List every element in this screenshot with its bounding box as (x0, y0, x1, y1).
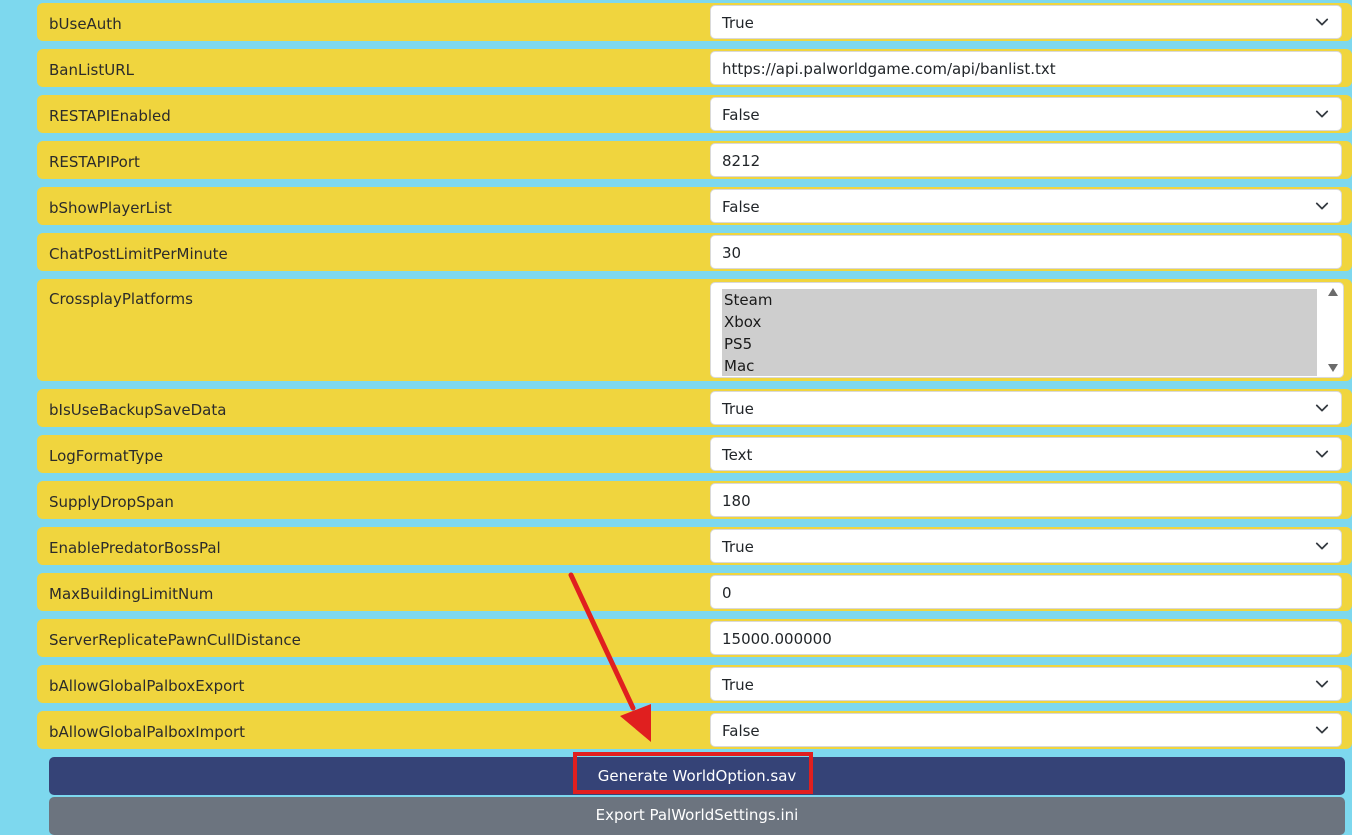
ballowglobalpalboxexport-select[interactable]: True (710, 667, 1342, 701)
setting-label: RESTAPIPort (49, 153, 140, 171)
scroll-down-arrow-icon[interactable] (1328, 364, 1338, 372)
setting-label: bUseAuth (49, 15, 122, 33)
chevron-down-icon (1315, 450, 1329, 458)
ballowglobalpalboximport-select[interactable]: False (710, 713, 1342, 747)
select-value: True (722, 538, 754, 556)
input-value: 30 (722, 244, 742, 262)
buseauth-select[interactable]: True (710, 5, 1342, 39)
setting-row-banlisturl: BanListURL https://api.palworldgame.com/… (37, 49, 1352, 87)
option-ps5[interactable]: PS5 (722, 333, 1317, 355)
generate-worldoption-button[interactable]: Generate WorldOption.sav (49, 757, 1345, 795)
select-value: True (722, 14, 754, 32)
setting-label: ChatPostLimitPerMinute (49, 245, 228, 263)
setting-label: ServerReplicatePawnCullDistance (49, 631, 301, 649)
maxbuildinglimitnum-input[interactable]: 0 (710, 575, 1342, 609)
setting-label: EnablePredatorBossPal (49, 539, 221, 557)
setting-label: SupplyDropSpan (49, 493, 174, 511)
setting-label: bAllowGlobalPalboxExport (49, 677, 245, 695)
setting-row-bisusebackupsavedata: bIsUseBackupSaveData True (37, 389, 1352, 427)
option-steam[interactable]: Steam (722, 289, 1317, 311)
setting-label: MaxBuildingLimitNum (49, 585, 214, 603)
bisusebackupsavedata-select[interactable]: True (710, 391, 1342, 425)
select-value: Text (722, 446, 753, 464)
setting-row-ballowglobalpalboxexport: bAllowGlobalPalboxExport True (37, 665, 1352, 703)
setting-row-restapiport: RESTAPIPort 8212 (37, 141, 1352, 179)
setting-row-bshowplayerlist: bShowPlayerList False (37, 187, 1352, 225)
setting-label: CrossplayPlatforms (49, 290, 193, 308)
select-value: False (722, 106, 760, 124)
option-mac[interactable]: Mac (722, 355, 1317, 377)
setting-label: bIsUseBackupSaveData (49, 401, 227, 419)
setting-row-restapienabled: RESTAPIEnabled False (37, 95, 1352, 133)
setting-row-crossplayplatforms: CrossplayPlatforms Steam Xbox PS5 Mac (37, 279, 1352, 381)
input-value: 180 (722, 492, 751, 510)
multiselect-options: Steam Xbox PS5 Mac (722, 289, 1317, 376)
chevron-down-icon (1315, 18, 1329, 26)
chevron-down-icon (1315, 110, 1329, 118)
banlisturl-input[interactable]: https://api.palworldgame.com/api/banlist… (710, 51, 1342, 85)
setting-label: LogFormatType (49, 447, 164, 465)
setting-row-chatpostlimitperminute: ChatPostLimitPerMinute 30 (37, 233, 1352, 271)
setting-row-enablepredatorbosspal: EnablePredatorBossPal True (37, 527, 1352, 565)
select-value: True (722, 676, 754, 694)
chatpostlimitperminute-input[interactable]: 30 (710, 235, 1342, 269)
chevron-down-icon (1315, 680, 1329, 688)
input-value: https://api.palworldgame.com/api/banlist… (722, 60, 1056, 78)
setting-label: BanListURL (49, 61, 134, 79)
select-value: False (722, 198, 760, 216)
input-value: 0 (722, 584, 732, 602)
setting-row-ballowglobalpalboximport: bAllowGlobalPalboxImport False (37, 711, 1352, 749)
input-value: 15000.000000 (722, 630, 832, 648)
logformattype-select[interactable]: Text (710, 437, 1342, 471)
setting-label: RESTAPIEnabled (49, 107, 171, 125)
supplydropspan-input[interactable]: 180 (710, 483, 1342, 517)
option-xbox[interactable]: Xbox (722, 311, 1317, 333)
input-value: 8212 (722, 152, 761, 170)
chevron-down-icon (1315, 542, 1329, 550)
crossplayplatforms-multiselect[interactable]: Steam Xbox PS5 Mac (710, 282, 1344, 378)
setting-row-buseauth: bUseAuth True (37, 3, 1352, 41)
restapiport-input[interactable]: 8212 (710, 143, 1342, 177)
setting-label: bShowPlayerList (49, 199, 172, 217)
bshowplayerlist-select[interactable]: False (710, 189, 1342, 223)
setting-label: bAllowGlobalPalboxImport (49, 723, 246, 741)
chevron-down-icon (1315, 202, 1329, 210)
select-value: False (722, 722, 760, 740)
chevron-down-icon (1315, 404, 1329, 412)
setting-row-logformattype: LogFormatType Text (37, 435, 1352, 473)
scroll-up-arrow-icon[interactable] (1328, 288, 1338, 296)
serverreplicatepawnculldistance-input[interactable]: 15000.000000 (710, 621, 1342, 655)
enablepredatorbosspal-select[interactable]: True (710, 529, 1342, 563)
setting-row-maxbuildinglimitnum: MaxBuildingLimitNum 0 (37, 573, 1352, 611)
restapienabled-select[interactable]: False (710, 97, 1342, 131)
select-value: True (722, 400, 754, 418)
chevron-down-icon (1315, 726, 1329, 734)
setting-row-supplydropspan: SupplyDropSpan 180 (37, 481, 1352, 519)
setting-row-serverreplicatepawnculldistance: ServerReplicatePawnCullDistance 15000.00… (37, 619, 1352, 657)
export-palworldsettings-button[interactable]: Export PalWorldSettings.ini (49, 797, 1345, 835)
